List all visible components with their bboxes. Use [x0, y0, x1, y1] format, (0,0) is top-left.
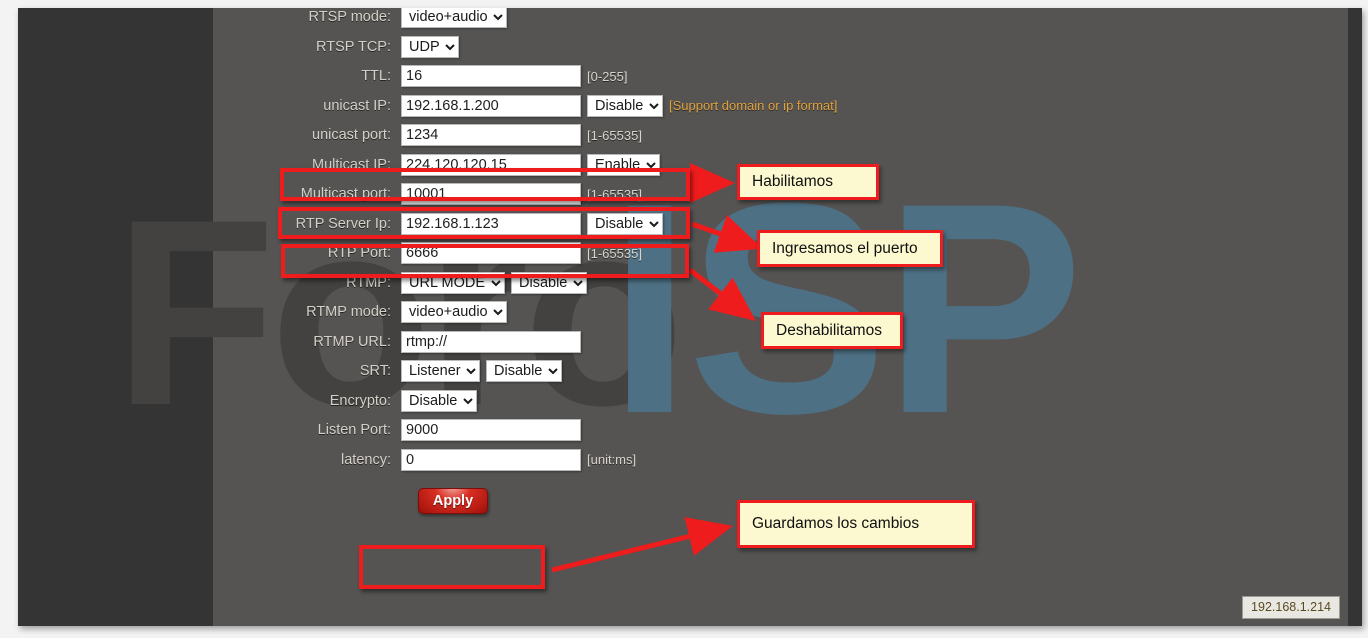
form-row: RTP Server Ip: Disable: [213, 209, 663, 239]
field-input[interactable]: [401, 153, 581, 176]
field-label: latency:: [341, 451, 391, 468]
field-select[interactable]: video+audio: [401, 301, 507, 323]
field-input[interactable]: [401, 94, 581, 117]
form-row: RTSP mode: video+audio: [213, 8, 507, 32]
form-row: RTMP URL:: [213, 327, 581, 357]
field-enable-select[interactable]: Disable: [587, 94, 663, 117]
field-label: RTMP:: [346, 274, 391, 291]
field-label: Multicast port:: [300, 186, 391, 202]
form-row: RTMP mode: video+audio: [213, 297, 507, 327]
form-row: SRT: Listener Disable: [213, 356, 562, 386]
device-config-page: Foro ISP RTSP mode: video+audio RTSP TCP: U…: [18, 8, 1362, 626]
field-label: Listen Port:: [317, 422, 391, 438]
field-label: RTMP mode:: [306, 304, 391, 320]
field-label: RTP Port:: [327, 245, 391, 261]
form-row: RTP Port: [1-65535]: [213, 238, 642, 268]
field-input[interactable]: [401, 212, 581, 235]
stream-settings-form: RTSP mode: video+audio RTSP TCP: UDP TTL: [0-…: [213, 8, 1348, 626]
apply-button[interactable]: Apply: [418, 488, 488, 514]
field-label: SRT:: [359, 363, 391, 379]
field-select[interactable]: video+audio: [401, 8, 507, 28]
form-row: Listen Port:: [213, 415, 581, 445]
field-input[interactable]: [401, 183, 581, 205]
field-enable-select[interactable]: Disable: [486, 360, 562, 382]
field-label: Multicast IP:: [312, 156, 391, 173]
field-select[interactable]: UDP: [401, 35, 459, 58]
field-enable-select[interactable]: Enable: [587, 153, 660, 176]
form-row: RTMP: URL MODE Disable: [213, 268, 587, 298]
status-badge-ip: 192.168.1.214: [1242, 596, 1340, 619]
field-input[interactable]: [401, 124, 581, 146]
field-label: RTMP URL:: [313, 333, 391, 350]
form-row: unicast port: [1-65535]: [213, 120, 642, 150]
field-hint: [1-65535]: [587, 245, 642, 261]
field-select[interactable]: Disable: [401, 389, 477, 412]
field-input[interactable]: [401, 330, 581, 353]
form-row: TTL: [0-255]: [213, 61, 627, 91]
field-hint: [1-65535]: [587, 186, 642, 202]
field-select[interactable]: URL MODE: [401, 271, 505, 294]
form-row: unicast IP: Disable [Support domain or ip …: [213, 91, 837, 121]
field-label: Encrypto:: [329, 392, 391, 409]
field-label: TTL:: [361, 68, 391, 84]
field-label: RTP Server Ip:: [295, 215, 391, 232]
form-row: Multicast IP: Enable: [213, 150, 660, 180]
field-label: RTSP mode:: [308, 9, 391, 25]
right-panel-edge: [1348, 8, 1362, 626]
field-label: unicast port:: [312, 127, 391, 143]
form-row: Multicast port: [1-65535]: [213, 179, 642, 209]
field-input[interactable]: [401, 419, 581, 441]
field-hint: [0-255]: [587, 68, 628, 84]
field-label: RTSP TCP:: [316, 38, 391, 55]
form-row: latency: [unit:ms]: [213, 445, 636, 475]
left-panel: [18, 8, 213, 626]
field-hint: [unit:ms]: [587, 452, 637, 467]
field-label: unicast IP:: [323, 97, 391, 114]
form-row: RTSP TCP: UDP: [213, 32, 459, 62]
field-hint: [1-65535]: [587, 127, 642, 143]
field-input[interactable]: [401, 242, 581, 264]
field-hint: [Support domain or ip format]: [669, 98, 838, 113]
field-input[interactable]: [401, 448, 581, 471]
field-enable-select[interactable]: Disable: [511, 271, 587, 294]
field-enable-select[interactable]: Disable: [587, 212, 663, 235]
field-select[interactable]: Listener: [401, 360, 480, 382]
form-row: Encrypto: Disable: [213, 386, 477, 416]
field-input[interactable]: [401, 65, 581, 87]
